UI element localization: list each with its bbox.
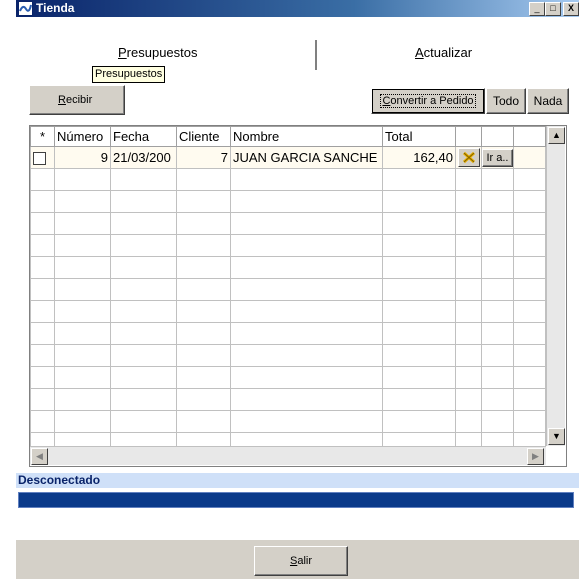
- nada-button[interactable]: Nada: [527, 88, 569, 114]
- cell-fecha[interactable]: 21/03/200: [110, 146, 177, 169]
- tab-label: ctualizar: [423, 45, 473, 60]
- cell-nombre[interactable]: JUAN GARCIA SANCHE: [230, 146, 383, 169]
- table-row: [30, 278, 546, 301]
- window-title: Tienda: [36, 1, 75, 15]
- cell-cliente[interactable]: 7: [176, 146, 231, 169]
- cell-ir: Ir a..: [481, 146, 514, 169]
- delete-icon[interactable]: [457, 148, 480, 167]
- col-header-blank: [481, 126, 514, 147]
- label: ecibir: [65, 94, 93, 106]
- scroll-right-icon[interactable]: ▶: [527, 448, 544, 465]
- table-row: [30, 190, 546, 213]
- table-row[interactable]: 9 21/03/200 7 JUAN GARCIA SANCHE 162,40 …: [30, 146, 546, 169]
- scroll-left-icon[interactable]: ◀: [31, 448, 48, 465]
- table-row: [30, 212, 546, 235]
- app-icon: [18, 1, 33, 16]
- connection-status: Desconectado: [18, 473, 101, 487]
- cell-total[interactable]: 162,40: [382, 146, 456, 169]
- tab-label: resupuestos: [126, 45, 198, 60]
- convertir-pedido-button[interactable]: Convertir a Pedido: [371, 88, 485, 114]
- table-row: [30, 234, 546, 257]
- col-header-cliente[interactable]: Cliente: [176, 126, 231, 147]
- minimize-button[interactable]: _: [529, 2, 545, 16]
- col-header-fecha[interactable]: Fecha: [110, 126, 177, 147]
- table-row: [30, 388, 546, 411]
- progress-bar: [18, 492, 574, 508]
- label: onvertir a Pedido: [390, 95, 474, 107]
- accel: R: [58, 94, 66, 106]
- cell-blank: [513, 146, 546, 169]
- cell-delete: [455, 146, 482, 169]
- recibir-button[interactable]: Recibir: [29, 85, 125, 115]
- todo-button[interactable]: Todo: [486, 88, 526, 114]
- row-checkbox-cell: [30, 146, 55, 169]
- table-row: [30, 410, 546, 433]
- tab-accel: P: [118, 45, 127, 60]
- col-header-numero[interactable]: Número: [54, 126, 111, 147]
- close-button[interactable]: X: [563, 2, 579, 16]
- table-row: [30, 366, 546, 389]
- vertical-scrollbar[interactable]: ▲ ▼: [546, 126, 565, 446]
- col-header-blank: [455, 126, 482, 147]
- tooltip: Presupuestos: [92, 66, 166, 83]
- label: alir: [297, 555, 312, 567]
- tab-presupuestos[interactable]: Presupuestos: [118, 45, 198, 60]
- table-row: [30, 168, 546, 191]
- row-checkbox[interactable]: [33, 152, 46, 166]
- col-header-select[interactable]: *: [30, 126, 55, 147]
- col-header-nombre[interactable]: Nombre: [230, 126, 383, 147]
- tab-actualizar[interactable]: Actualizar: [415, 45, 472, 60]
- presupuestos-grid[interactable]: * Número Fecha Cliente Nombre Total 9 21…: [29, 125, 567, 467]
- col-header-blank: [513, 126, 546, 147]
- salir-button[interactable]: Salir: [254, 546, 348, 576]
- table-row: [30, 322, 546, 345]
- tab-accel: A: [415, 45, 424, 60]
- title-bar[interactable]: Tienda _ □ X: [16, 0, 579, 17]
- grid-header-row: * Número Fecha Cliente Nombre Total: [30, 126, 546, 147]
- table-row: [30, 256, 546, 279]
- table-row: [30, 344, 546, 367]
- grid-table: * Número Fecha Cliente Nombre Total 9 21…: [30, 126, 546, 455]
- tab-divider: [315, 40, 317, 70]
- status-strip: [16, 473, 579, 488]
- scroll-up-icon[interactable]: ▲: [548, 127, 565, 144]
- cell-numero[interactable]: 9: [54, 146, 111, 169]
- table-row: [30, 300, 546, 323]
- maximize-button[interactable]: □: [545, 2, 561, 16]
- scroll-down-icon[interactable]: ▼: [548, 428, 565, 445]
- horizontal-scrollbar[interactable]: ◀ ▶: [30, 446, 546, 465]
- col-header-total[interactable]: Total: [382, 126, 456, 147]
- ir-a-button[interactable]: Ir a..: [482, 148, 513, 167]
